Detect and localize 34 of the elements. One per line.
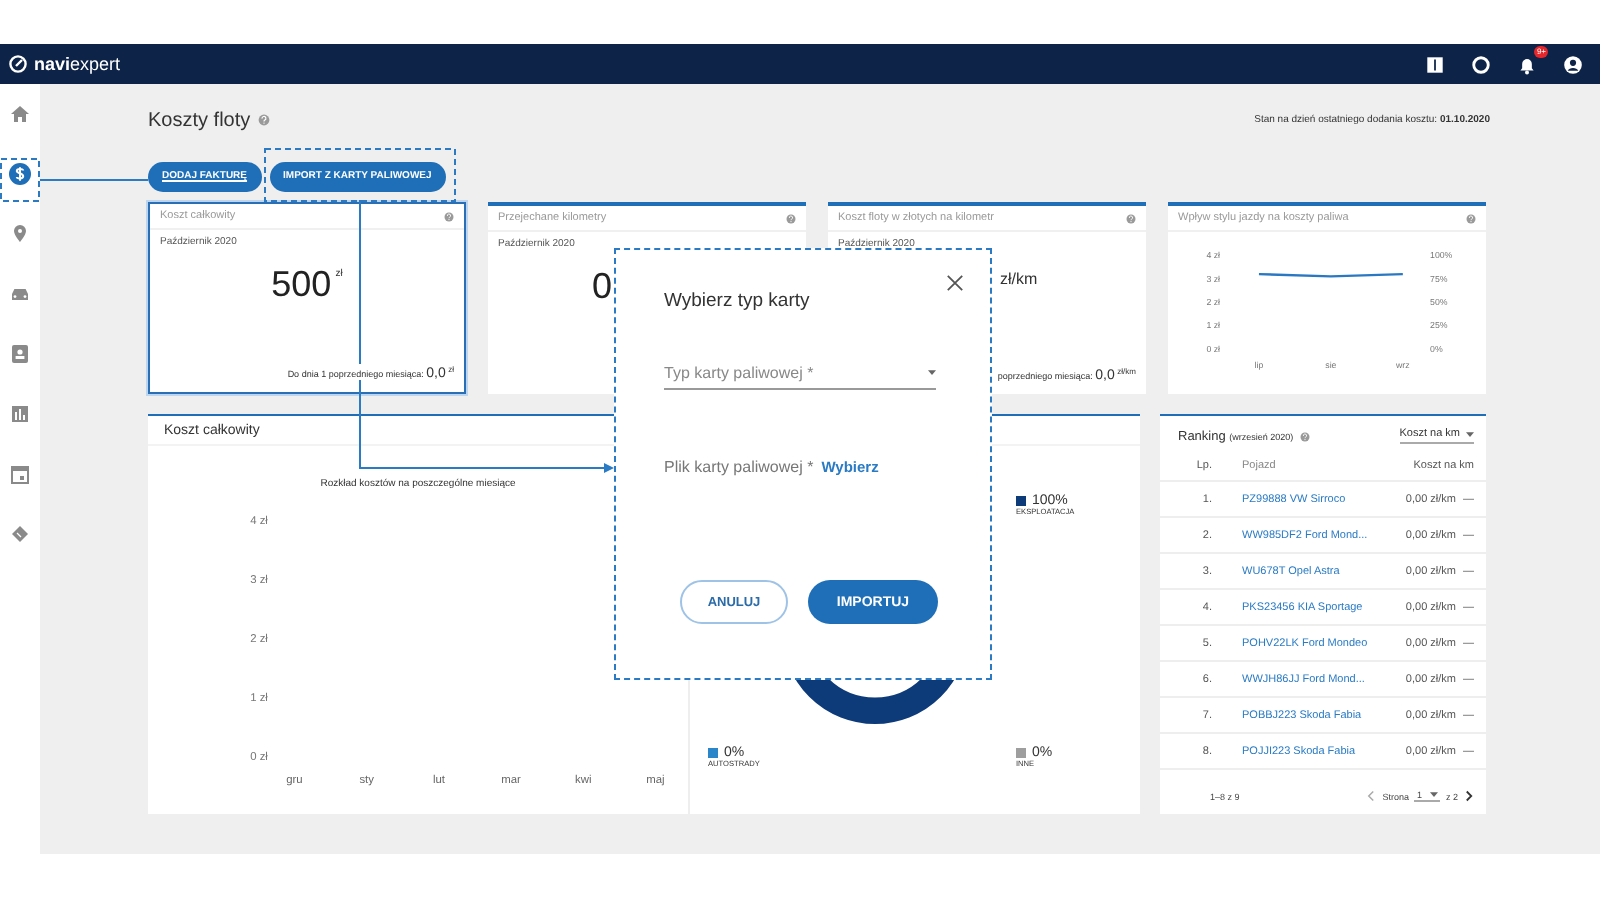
caret-icon bbox=[1429, 792, 1438, 798]
account-icon[interactable] bbox=[1562, 53, 1584, 75]
caret-icon bbox=[928, 370, 936, 376]
logo-text: naviexpert bbox=[34, 54, 121, 74]
support-icon[interactable] bbox=[1470, 53, 1492, 75]
help-icon[interactable] bbox=[1466, 213, 1476, 223]
contact-card-icon[interactable] bbox=[8, 342, 32, 366]
help-icon[interactable] bbox=[786, 213, 796, 223]
page-title: Koszty floty bbox=[148, 109, 251, 131]
calendar-icon[interactable] bbox=[8, 462, 32, 486]
dollar-icon[interactable] bbox=[8, 162, 32, 186]
connector-line bbox=[40, 178, 148, 182]
file-label: Plik karty paliwowej * bbox=[664, 458, 814, 476]
logo-icon bbox=[8, 54, 28, 74]
close-icon[interactable] bbox=[946, 274, 964, 292]
help-icon[interactable] bbox=[1299, 431, 1310, 441]
stat-value: 0 bbox=[592, 266, 613, 308]
help-icon[interactable] bbox=[1126, 213, 1136, 223]
caret-icon bbox=[1466, 431, 1474, 437]
stat-value: 500 bbox=[271, 264, 332, 306]
next-page-icon[interactable] bbox=[1464, 790, 1474, 802]
card-type-select[interactable]: Typ karty paliwowej * bbox=[664, 364, 936, 390]
ticket-icon[interactable] bbox=[8, 522, 32, 546]
help-icon[interactable] bbox=[444, 211, 454, 221]
notification-bell-icon[interactable] bbox=[1516, 53, 1538, 75]
highlight-frame bbox=[0, 158, 40, 202]
help-icon[interactable] bbox=[258, 114, 271, 126]
unit-label: zł/km bbox=[1000, 270, 1038, 288]
home-icon[interactable] bbox=[8, 102, 32, 126]
bar-chart-icon[interactable] bbox=[8, 402, 32, 426]
book-icon[interactable] bbox=[1424, 53, 1446, 75]
previous-page-icon[interactable] bbox=[1366, 790, 1377, 802]
dialog-title: Wybierz typ karty bbox=[664, 290, 810, 312]
location-pin-icon[interactable] bbox=[8, 222, 32, 246]
